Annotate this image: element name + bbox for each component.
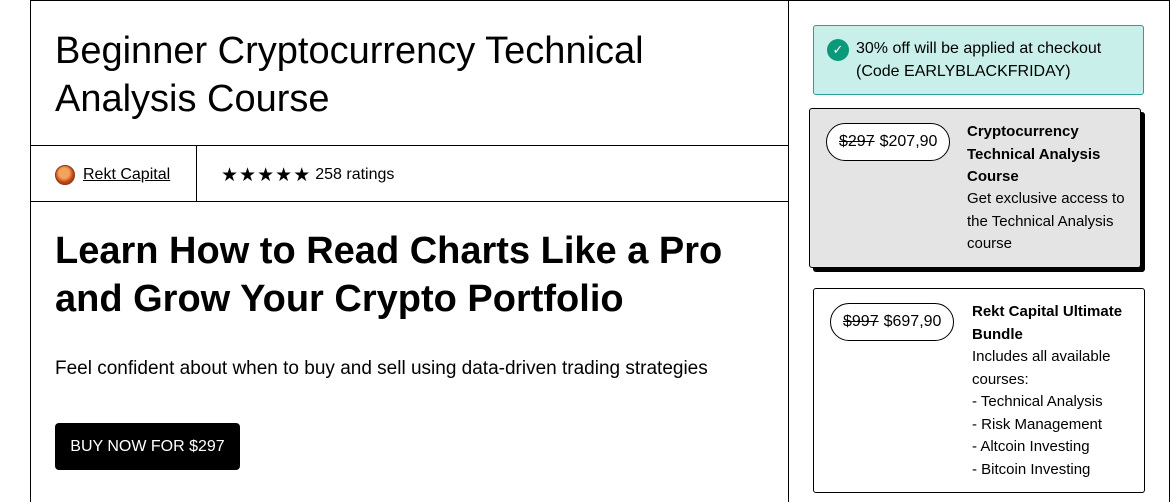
product-headline: Learn How to Read Charts Like a Pro and … <box>55 230 723 320</box>
author-link[interactable]: Rekt Capital <box>83 166 170 184</box>
rating: ★ ★ ★ ★ ★ 258 ratings <box>221 162 394 188</box>
product-info: Beginner Cryptocurrency Technical Analys… <box>31 1 788 502</box>
discount-text: 30% off will be applied at checkout (Cod… <box>856 40 1102 80</box>
offer-name: Rekt Capital Ultimate Bundle <box>972 303 1123 343</box>
buy-now-button[interactable]: BUY NOW FOR $297 <box>55 423 240 470</box>
divider <box>788 1 789 502</box>
discount-notice: ✓ 30% off will be applied at checkout (C… <box>813 25 1144 95</box>
original-price: $997 <box>843 313 879 330</box>
offer-description-line: - Bitcoin Investing <box>972 460 1091 478</box>
offer-description-line: - Technical Analysis <box>972 393 1103 410</box>
offer-description-line: - Risk Management <box>972 415 1103 433</box>
offer-description: Get exclusive access to the Technical An… <box>967 190 1125 252</box>
check-circle-icon: ✓ <box>827 39 849 61</box>
divider <box>31 201 788 202</box>
offer-description: Includes all available courses: - Techni… <box>972 346 1137 481</box>
divider <box>31 145 788 146</box>
star-icon: ★ <box>275 164 293 186</box>
discounted-price: $207,90 <box>879 133 938 150</box>
offer-description-line: - Altcoin Investing <box>972 438 1090 455</box>
offer-card-bundle[interactable]: $997 $697,90 Rekt Capital Ultimate Bundl… <box>813 288 1145 493</box>
star-icon: ★ <box>293 164 311 186</box>
product-title: Beginner Cryptocurrency Technical Analys… <box>55 30 644 120</box>
author-avatar <box>55 165 75 185</box>
star-icon: ★ <box>221 164 239 186</box>
divider <box>196 146 197 202</box>
star-icon: ★ <box>257 164 275 186</box>
discounted-price: $697,90 <box>883 313 942 330</box>
star-icon: ★ <box>239 164 257 186</box>
price-pill: $997 $697,90 <box>830 303 955 341</box>
price-pill: $297 $207,90 <box>826 123 951 161</box>
original-price: $297 <box>839 133 875 150</box>
offer-card-course[interactable]: $297 $207,90 Cryptocurrency Technical An… <box>809 108 1141 268</box>
offer-name: Cryptocurrency Technical Analysis Course <box>967 123 1101 185</box>
product-description: Feel confident about when to buy and sel… <box>55 358 708 379</box>
author-info: Rekt Capital <box>55 162 170 188</box>
ratings-count: 258 ratings <box>315 166 395 183</box>
offer-description-line: Includes all available courses: <box>972 348 1111 388</box>
